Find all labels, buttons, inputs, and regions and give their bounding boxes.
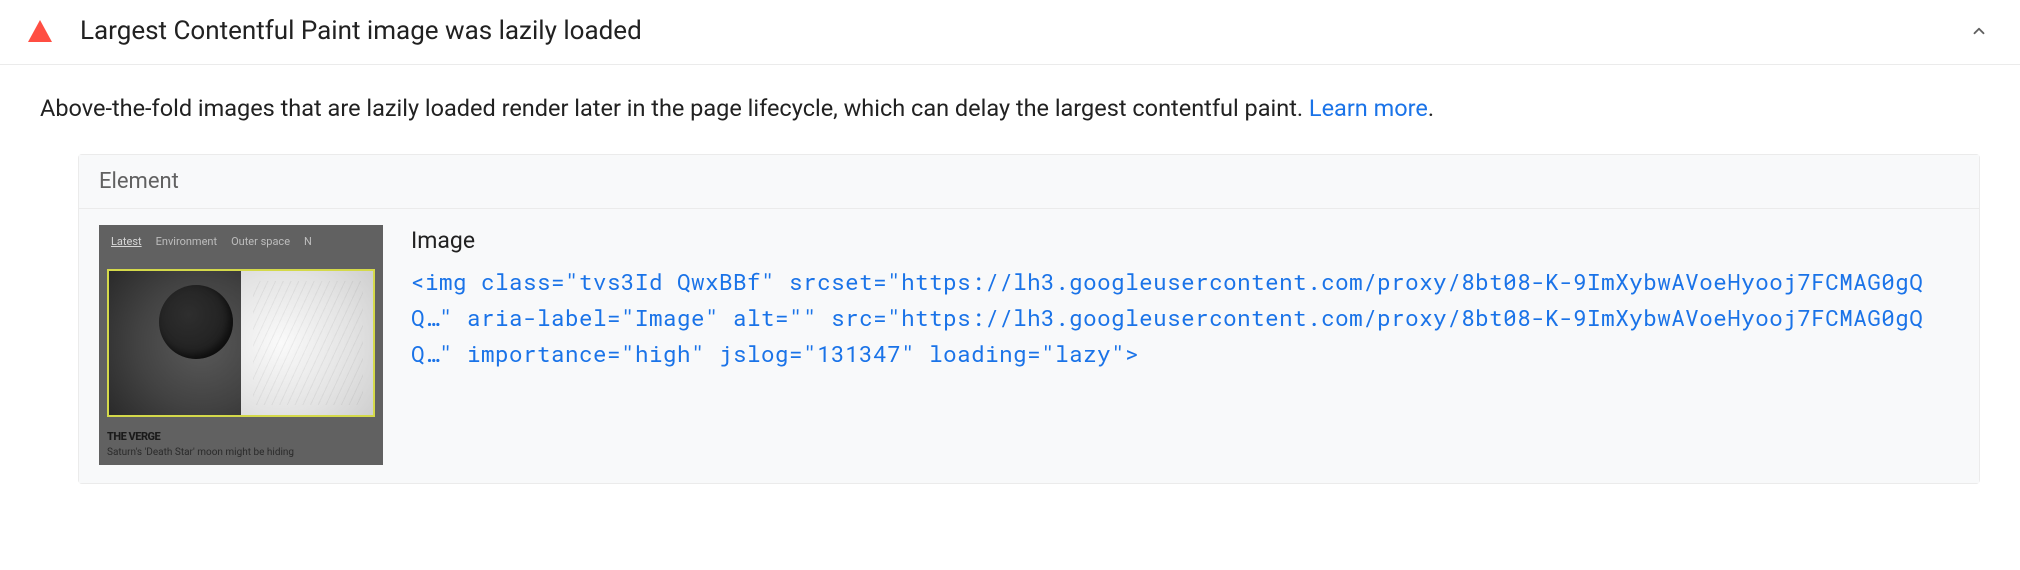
- element-thumbnail: Latest Environment Outer space N THE VER…: [99, 225, 383, 465]
- thumbnail-caption: THE VERGE Saturn's 'Death Star' moon mig…: [107, 430, 375, 459]
- fail-triangle-icon: [28, 20, 52, 42]
- thumb-tab: Latest: [111, 235, 142, 248]
- element-table: Element Latest Environment Outer space N…: [78, 154, 1980, 484]
- element-html-snippet: <img class="tvs3Id QwxBBf" srcset="https…: [411, 264, 1959, 372]
- thumbnail-brand: THE VERGE: [107, 430, 375, 444]
- learn-more-link[interactable]: Learn more: [1309, 94, 1428, 122]
- audit-body: Above-the-fold images that are lazily lo…: [0, 65, 2020, 504]
- thumb-tab: Environment: [156, 235, 217, 248]
- element-details: Image <img class="tvs3Id QwxBBf" srcset=…: [411, 225, 1959, 465]
- audit-item: Largest Contentful Paint image was lazil…: [0, 0, 2020, 504]
- thumbnail-caption-text: Saturn's 'Death Star' moon might be hidi…: [107, 446, 375, 459]
- table-row: Latest Environment Outer space N THE VER…: [79, 209, 1979, 483]
- audit-description-suffix: .: [1428, 94, 1434, 122]
- thumbnail-image: [107, 269, 375, 417]
- chevron-up-icon[interactable]: [1970, 22, 1988, 40]
- audit-title: Largest Contentful Paint image was lazil…: [80, 16, 1970, 46]
- audit-description-text: Above-the-fold images that are lazily lo…: [40, 94, 1309, 122]
- thumb-tab: N: [304, 235, 312, 248]
- thumb-tab: Outer space: [231, 235, 290, 248]
- table-header-element: Element: [79, 155, 1979, 209]
- audit-header[interactable]: Largest Contentful Paint image was lazil…: [0, 0, 2020, 65]
- audit-description: Above-the-fold images that are lazily lo…: [40, 91, 1980, 126]
- element-label: Image: [411, 227, 1959, 254]
- thumbnail-tabs: Latest Environment Outer space N: [99, 225, 383, 252]
